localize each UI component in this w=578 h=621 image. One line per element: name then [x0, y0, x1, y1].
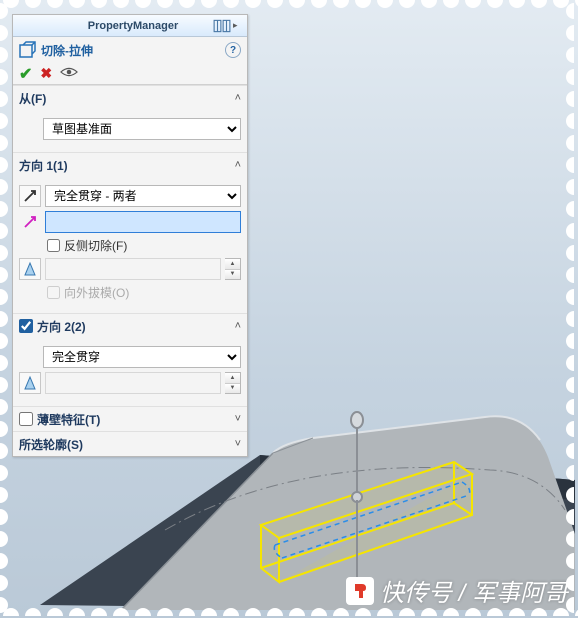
section-dir1-header[interactable]: 方向 1(1) ˄ — [13, 153, 247, 177]
feature-header: 切除-拉伸 ? — [13, 37, 247, 63]
watermark-logo-icon — [346, 577, 374, 605]
chevron-up-icon: ˄ — [235, 92, 241, 104]
cancel-button[interactable]: ✖ — [40, 65, 52, 82]
section-from: 从(F) ˄ 草图基准面 — [13, 85, 247, 152]
from-dropdown[interactable]: 草图基准面 — [43, 118, 241, 140]
draft-outward-checkbox — [47, 286, 60, 299]
reverse-direction-icon[interactable] — [19, 185, 41, 207]
property-manager-panel: PropertyManager ▸ 切除-拉伸 ? ✔ ✖ 从(F) ˄ 草图基… — [12, 14, 248, 457]
watermark: 快传号 / 军事阿哥 — [346, 573, 568, 608]
section-direction-2: 方向 2(2) ˄ 完全贯穿 ▲▼ — [13, 313, 247, 406]
chevron-up-icon: ˄ — [235, 159, 241, 171]
dir1-end-condition-dropdown[interactable]: 完全贯穿 - 两者 — [45, 185, 241, 207]
feature-title: 切除-拉伸 — [41, 42, 225, 59]
pin-icon[interactable] — [213, 17, 231, 35]
flip-side-row[interactable]: 反侧切除(F) — [47, 237, 241, 254]
draft2-spinner[interactable]: ▲▼ — [225, 372, 241, 394]
panel-titlebar: PropertyManager ▸ — [13, 15, 247, 37]
help-icon[interactable]: ? — [225, 42, 241, 58]
action-row: ✔ ✖ — [13, 63, 247, 85]
section-direction-1: 方向 1(1) ˄ 完全贯穿 - 两者 反侧切除(F) — [13, 152, 247, 313]
dir2-end-condition-dropdown[interactable]: 完全贯穿 — [43, 346, 241, 368]
preview-icon[interactable] — [60, 66, 78, 81]
section-dir2-header[interactable]: 方向 2(2) ˄ — [13, 314, 247, 338]
chevron-down-icon: ˅ — [235, 438, 241, 450]
section-thin-header[interactable]: 薄壁特征(T) ˅ — [13, 407, 247, 431]
section-contours-header[interactable]: 所选轮廓(S) ˅ — [13, 432, 247, 456]
direction-vector-icon[interactable] — [19, 211, 41, 233]
draft-outward-row: 向外拔模(O) — [47, 284, 241, 301]
section-contours: 所选轮廓(S) ˅ — [13, 431, 247, 456]
panel-menu-arrow-icon[interactable]: ▸ — [233, 20, 247, 31]
section-thin: 薄壁特征(T) ˅ — [13, 406, 247, 431]
watermark-text: 快传号 / 军事阿哥 — [380, 573, 568, 608]
cut-extrude-icon — [19, 41, 37, 59]
thin-enable-checkbox[interactable] — [19, 412, 33, 426]
section-from-header[interactable]: 从(F) ˄ — [13, 86, 247, 110]
dir2-enable-checkbox[interactable] — [19, 319, 33, 333]
flip-side-checkbox[interactable] — [47, 239, 60, 252]
draft2-icon[interactable] — [19, 372, 41, 394]
panel-title: PropertyManager — [53, 20, 213, 32]
ok-button[interactable]: ✔ — [19, 64, 32, 84]
draft-spinner[interactable]: ▲▼ — [225, 258, 241, 280]
draft-icon[interactable] — [19, 258, 41, 280]
draft-angle-field — [45, 258, 221, 280]
draft2-angle-field — [45, 372, 221, 394]
dir1-vector-field[interactable] — [45, 211, 241, 233]
chevron-up-icon: ˄ — [235, 320, 241, 332]
chevron-down-icon: ˅ — [235, 413, 241, 425]
